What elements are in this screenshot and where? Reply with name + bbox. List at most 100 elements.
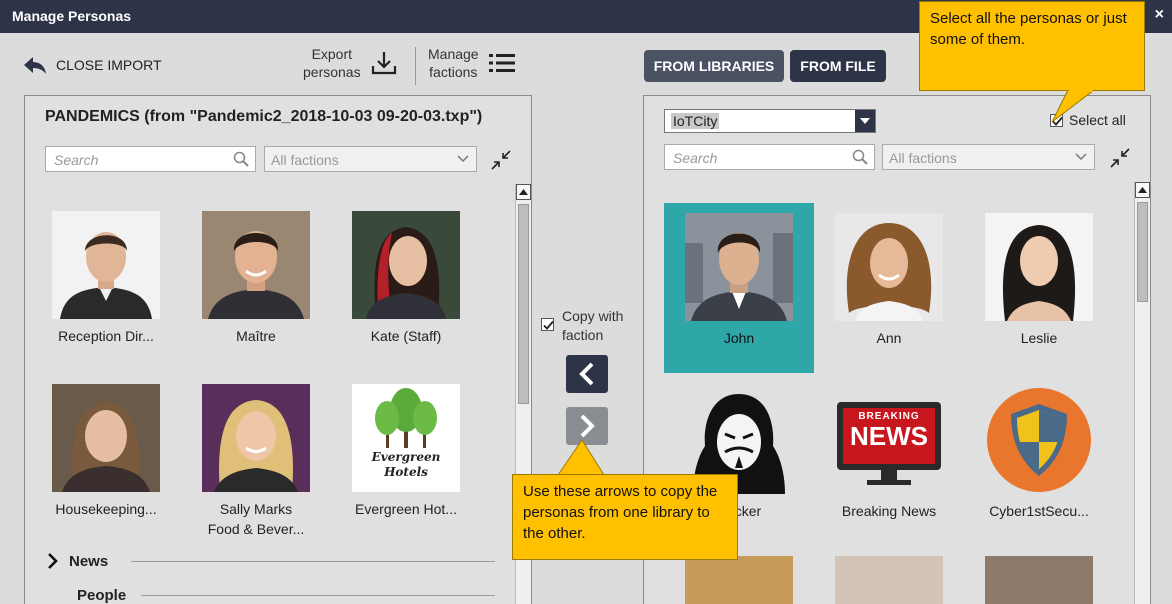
logo-text-line2: Hotels: [384, 465, 428, 479]
target-scrollbar[interactable]: [1134, 182, 1150, 604]
persona-card[interactable]: Sally Marks Food & Bever...: [181, 374, 331, 544]
avatar: [985, 386, 1093, 494]
manage-factions-button[interactable]: Manage factions: [428, 45, 517, 81]
callout-pointer: [557, 439, 605, 476]
tree-logo-icon: [375, 388, 437, 448]
divider: [141, 595, 495, 596]
chevron-right-icon: [48, 553, 58, 569]
group-label: News: [69, 552, 109, 570]
export-personas-button[interactable]: Export personas: [303, 45, 399, 81]
checkbox[interactable]: [541, 318, 554, 331]
scroll-thumb[interactable]: [1137, 202, 1148, 302]
arrow-up-icon: [519, 189, 528, 195]
faction-group-people[interactable]: People: [77, 584, 126, 604]
logo-text-line1: Evergreen: [371, 450, 441, 464]
target-search-placeholder: Search: [673, 150, 718, 166]
arrow-up-icon: [1138, 187, 1147, 193]
back-arrow-icon: [24, 57, 46, 74]
library-dropdown[interactable]: IoTCity: [664, 109, 876, 133]
avatar: [52, 384, 160, 492]
copy-with-faction-checkbox[interactable]: Copy with faction: [541, 307, 623, 345]
chevron-left-icon: [579, 362, 594, 386]
collapse-icon[interactable]: [1108, 146, 1132, 170]
avatar: Evergreen Hotels: [352, 384, 460, 492]
woman-red-hair-portrait-icon: [352, 211, 460, 319]
woman-blonde-portrait-icon: [202, 384, 310, 492]
divider: [131, 561, 495, 562]
man-smiling-portrait-icon: [202, 211, 310, 319]
scroll-up-button[interactable]: [1135, 182, 1150, 198]
persona-name: Housekeeping...: [55, 501, 157, 517]
triangle-down-icon: [860, 118, 870, 124]
from-file-tab[interactable]: FROM FILE: [790, 50, 886, 82]
close-import-label: CLOSE IMPORT: [56, 57, 162, 73]
persona-card[interactable]: Housekeeping...: [31, 374, 181, 544]
persona-name: Reception Dir...: [58, 328, 154, 344]
avatar: [835, 556, 943, 604]
woman-curly-hair-portrait-icon: [835, 213, 943, 321]
source-search-placeholder: Search: [54, 152, 99, 168]
export-label-line1: Export: [311, 46, 353, 62]
close-window-button[interactable]: ×: [1155, 6, 1164, 24]
persona-card[interactable]: Reception Dir...: [31, 201, 181, 371]
avatar: [52, 211, 160, 319]
search-icon: [852, 149, 868, 165]
persona-name: Ann: [876, 330, 902, 346]
persona-name: Maître: [236, 328, 276, 344]
manage-label-line2: factions: [429, 64, 478, 80]
avatar: [685, 556, 793, 604]
tutorial-callout-arrows: Use these arrows to copy the personas fr…: [512, 474, 738, 560]
persona-card[interactable]: BREAKING NEWS Breaking News: [814, 376, 964, 546]
persona-name: John: [723, 330, 755, 346]
library-dropdown-value: IoTCity: [671, 113, 720, 129]
faction-group-news[interactable]: News: [47, 550, 108, 572]
persona-card[interactable]: Evergreen Hotels Evergreen Hot...: [331, 374, 481, 544]
persona-name: Breaking News: [841, 503, 937, 519]
persona-card[interactable]: Cyber1stSecu...: [964, 376, 1114, 546]
copy-to-left-button[interactable]: [566, 355, 608, 393]
group-label: People: [77, 586, 127, 604]
checkmark-icon: [543, 320, 554, 330]
collapse-icon[interactable]: [489, 148, 513, 172]
avatar: [352, 211, 460, 319]
target-search-input[interactable]: Search: [664, 144, 875, 170]
close-import-button[interactable]: CLOSE IMPORT: [22, 53, 162, 77]
chevron-down-icon: [1075, 153, 1087, 161]
download-icon: [371, 52, 396, 75]
persona-name: Evergreen Hot...: [355, 501, 457, 517]
persona-name: Kate (Staff): [370, 328, 442, 344]
avatar: [685, 213, 793, 321]
woman-dark-hair-portrait-icon: [985, 213, 1093, 321]
tutorial-callout-select-all: Select all the personas or just some of …: [919, 1, 1145, 91]
avatar: [202, 211, 310, 319]
avatar: [835, 213, 943, 321]
persona-name: Sally Marks: [219, 501, 293, 517]
man-portrait-icon: [52, 211, 160, 319]
source-faction-filter[interactable]: All factions: [264, 146, 477, 172]
scroll-thumb[interactable]: [518, 204, 529, 404]
chevron-down-icon: [457, 155, 469, 163]
persona-card[interactable]: John: [664, 203, 814, 373]
copy-with-faction-line1: Copy with: [562, 308, 624, 324]
woman-portrait-icon: [52, 384, 160, 492]
from-libraries-tab[interactable]: FROM LIBRARIES: [644, 50, 784, 82]
persona-name: Leslie: [1020, 330, 1058, 346]
persona-name: Cyber1stSecu...: [989, 503, 1089, 519]
avatar: [985, 556, 1093, 604]
manage-label-line1: Manage: [428, 46, 479, 62]
dropdown-arrow[interactable]: [855, 110, 875, 132]
avatar: [202, 384, 310, 492]
scroll-up-button[interactable]: [516, 184, 531, 200]
persona-faction: Food & Bever...: [207, 521, 305, 537]
persona-card[interactable]: Ann: [814, 203, 964, 373]
source-search-input[interactable]: Search: [45, 146, 256, 172]
source-library-title: PANDEMICS (from "Pandemic2_2018-10-03 09…: [45, 108, 483, 125]
man-suit-portrait-icon: [685, 213, 793, 321]
persona-card[interactable]: Maître: [181, 201, 331, 371]
persona-card[interactable]: Leslie: [964, 203, 1114, 373]
export-label-line2: personas: [303, 64, 361, 80]
persona-card[interactable]: Kate (Staff): [331, 201, 481, 371]
logo-text-line2: NEWS: [850, 421, 928, 451]
shield-icon: [987, 388, 1091, 492]
target-faction-filter[interactable]: All factions: [882, 144, 1095, 170]
